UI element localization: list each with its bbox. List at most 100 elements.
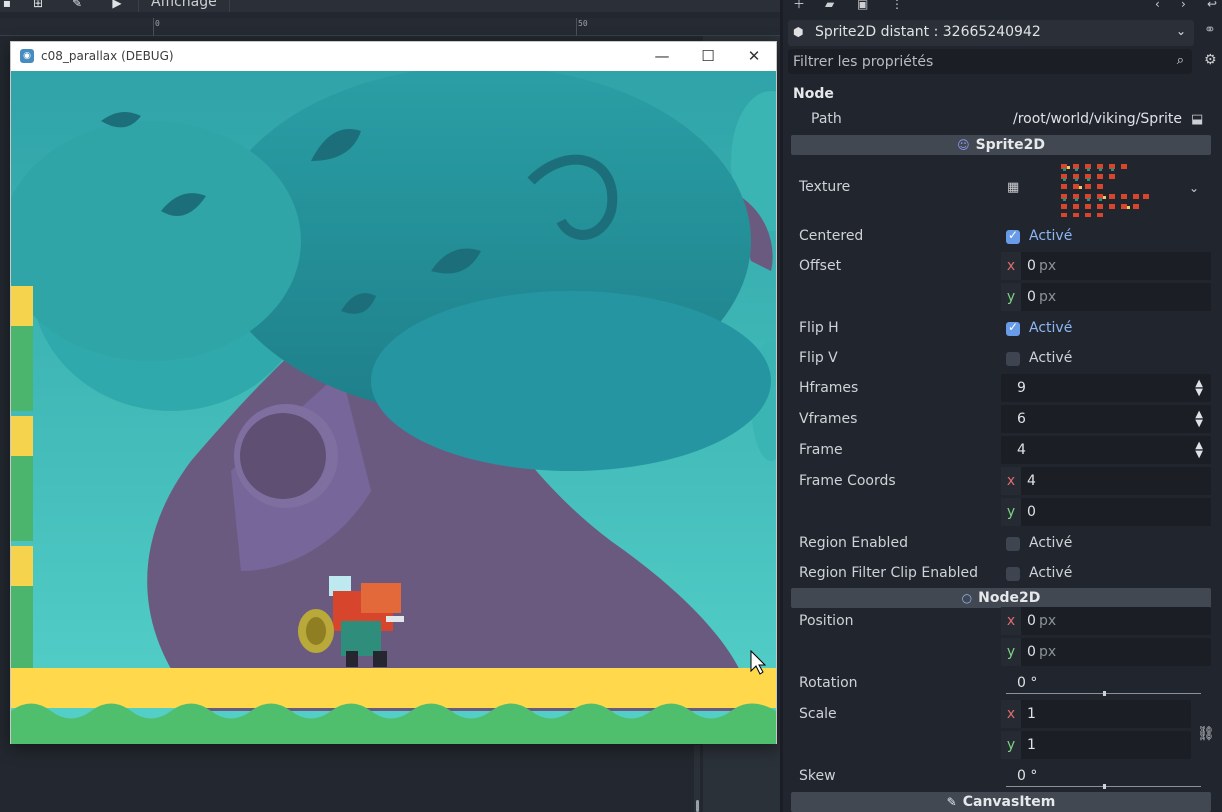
region-filter-clip-value[interactable]: Activé xyxy=(1029,565,1072,581)
frame-coords-x-value[interactable]: 4 xyxy=(1027,467,1036,495)
ground-sand xyxy=(11,668,776,708)
object-selector[interactable]: ⬢ Sprite2D distant : 32665240942 ⌄ xyxy=(788,20,1194,46)
prop-label-texture: Texture xyxy=(799,179,851,195)
rotation-slider-knob[interactable] xyxy=(1103,691,1106,696)
axis-x-label: x xyxy=(1001,252,1021,280)
texture-resource-icon[interactable]: ▦ xyxy=(1007,180,1019,195)
texture-preview[interactable] xyxy=(1059,162,1151,218)
vframes-spinbox[interactable]: 6 ▲ ▼ xyxy=(1001,405,1211,433)
flip-h-value[interactable]: Activé xyxy=(1029,320,1072,336)
position-x-field[interactable]: x 0 px xyxy=(1001,607,1211,635)
inspector-panel: ＋ ▰ ▣ ⋮ ‹ › ↩ ⬢ Sprite2D distant : 32665… xyxy=(780,0,1222,812)
section-sprite2d[interactable]: ☺ Sprite2D xyxy=(791,135,1211,155)
section-node[interactable]: Node xyxy=(793,86,834,102)
region-enabled-value[interactable]: Activé xyxy=(1029,535,1072,551)
frame-coords-x-field[interactable]: x 4 xyxy=(1001,467,1211,495)
new-resource-icon[interactable]: ＋ xyxy=(793,0,805,11)
ruler-tick xyxy=(576,18,577,36)
axis-y-label: y xyxy=(1001,498,1021,526)
position-y-value[interactable]: 0 xyxy=(1027,638,1036,666)
game-window-title: c08_parallax (DEBUG) xyxy=(41,49,174,63)
pin-icon[interactable]: ⬓ xyxy=(1191,112,1203,127)
flip-h-checkbox[interactable] xyxy=(1006,320,1020,336)
prop-label-position: Position xyxy=(799,613,854,629)
prop-label-path: Path xyxy=(811,111,842,127)
filter-properties-input[interactable] xyxy=(788,49,1168,74)
prop-label-rotation: Rotation xyxy=(799,675,858,691)
tree-canopy xyxy=(371,291,771,471)
tree-canopy-left xyxy=(11,121,301,361)
grid-snap-icon[interactable]: ⊞ xyxy=(31,0,45,10)
bone-icon[interactable]: ✎ xyxy=(70,0,84,10)
prop-label-flip-h: Flip H xyxy=(799,320,839,336)
axis-x-label: x xyxy=(1001,607,1021,635)
scale-x-value[interactable]: 1 xyxy=(1027,700,1036,728)
hframes-value[interactable]: 9 xyxy=(1017,374,1026,402)
history-forward-icon[interactable]: › xyxy=(1181,0,1186,11)
offset-y-field[interactable]: y 0 px xyxy=(1001,283,1211,311)
game-debug-window[interactable]: ◉ c08_parallax (DEBUG) — ☐ ✕ xyxy=(10,41,777,744)
hframes-spinbox[interactable]: 9 ▲ ▼ xyxy=(1001,374,1211,402)
vframes-value[interactable]: 6 xyxy=(1017,405,1026,433)
spin-arrows-icon[interactable]: ▲ ▼ xyxy=(1195,410,1203,429)
prop-label-centered: Centered xyxy=(799,228,864,244)
prop-label-region-enabled: Region Enabled xyxy=(799,535,908,551)
prop-label-frame-coords: Frame Coords xyxy=(799,473,896,489)
centered-checkbox[interactable] xyxy=(1006,228,1020,244)
ruler-label: 0 xyxy=(155,19,160,28)
frame-value[interactable]: 4 xyxy=(1017,436,1026,464)
skew-value[interactable]: 0 ° xyxy=(1017,768,1037,784)
tools-icon[interactable]: ⚙ xyxy=(1204,52,1217,68)
inspector-toolbar: ＋ ▰ ▣ ⋮ ‹ › ↩ xyxy=(783,0,1222,18)
minimize-button[interactable]: — xyxy=(639,42,685,71)
game-window-titlebar[interactable]: ◉ c08_parallax (DEBUG) — ☐ ✕ xyxy=(11,42,776,71)
platform-top xyxy=(11,286,33,326)
rotation-value[interactable]: 0 ° xyxy=(1017,675,1037,691)
object-history-icon[interactable]: ↩ xyxy=(1207,0,1217,11)
game-canvas[interactable] xyxy=(11,71,776,744)
maximize-button[interactable]: ☐ xyxy=(685,42,731,71)
axis-y-label: y xyxy=(1001,283,1021,311)
link-icon[interactable]: ⛓ xyxy=(1197,726,1215,742)
frame-spinbox[interactable]: 4 ▲ ▼ xyxy=(1001,436,1211,464)
flip-v-checkbox[interactable] xyxy=(1006,352,1020,366)
view-menu[interactable]: Affichage xyxy=(138,0,230,12)
skew-slider-knob[interactable] xyxy=(1103,784,1106,789)
position-x-value[interactable]: 0 xyxy=(1027,607,1036,635)
spin-arrows-icon[interactable]: ▲ ▼ xyxy=(1195,441,1203,460)
section-canvasitem-label: CanvasItem xyxy=(962,794,1056,810)
offset-x-field[interactable]: x 0 px xyxy=(1001,252,1211,280)
close-button[interactable]: ✕ xyxy=(731,42,777,71)
section-sprite2d-label: Sprite2D xyxy=(975,137,1045,153)
spin-arrows-icon[interactable]: ▲ ▼ xyxy=(1195,379,1203,398)
chevron-down-icon[interactable]: ⌄ xyxy=(1189,181,1199,195)
frame-coords-y-field[interactable]: y 0 xyxy=(1001,498,1211,526)
axis-y-label: y xyxy=(1001,638,1021,666)
flip-v-value[interactable]: Activé xyxy=(1029,350,1072,366)
save-icon[interactable]: ▣ xyxy=(857,0,868,11)
position-y-field[interactable]: y 0 px xyxy=(1001,638,1211,666)
frame-coords-y-value[interactable]: 0 xyxy=(1027,498,1036,526)
section-canvasitem[interactable]: ✎ CanvasItem xyxy=(791,792,1211,812)
viewport-scrollbar-thumb[interactable] xyxy=(696,800,699,812)
property-filter[interactable]: ⌕ xyxy=(788,49,1192,74)
node-tree-icon[interactable]: ⚭ xyxy=(1204,22,1216,38)
more-options-icon[interactable]: ⋮ xyxy=(891,0,903,11)
region-enabled-checkbox[interactable] xyxy=(1006,537,1020,551)
offset-x-value[interactable]: 0 xyxy=(1027,252,1036,280)
scale-y-value[interactable]: 1 xyxy=(1027,731,1036,759)
camera-icon[interactable]: ▶ xyxy=(110,0,124,10)
region-filter-clip-checkbox[interactable] xyxy=(1006,567,1020,581)
prop-label-scale: Scale xyxy=(799,706,837,722)
prop-label-region-filter-clip: Region Filter Clip Enabled xyxy=(799,565,978,581)
scale-y-field[interactable]: y 1 xyxy=(1001,731,1191,759)
centered-value[interactable]: Activé xyxy=(1029,228,1072,244)
brush-icon: ✎ xyxy=(946,795,957,809)
lock-icon[interactable]: ▪ xyxy=(0,0,14,10)
scale-x-field[interactable]: x 1 xyxy=(1001,700,1191,728)
section-node2d[interactable]: ○ Node2D xyxy=(791,588,1211,608)
history-back-icon[interactable]: ‹ xyxy=(1155,0,1160,11)
open-folder-icon[interactable]: ▰ xyxy=(825,0,834,11)
chevron-down-icon[interactable]: ⌄ xyxy=(1176,24,1186,38)
offset-y-value[interactable]: 0 xyxy=(1027,283,1036,311)
